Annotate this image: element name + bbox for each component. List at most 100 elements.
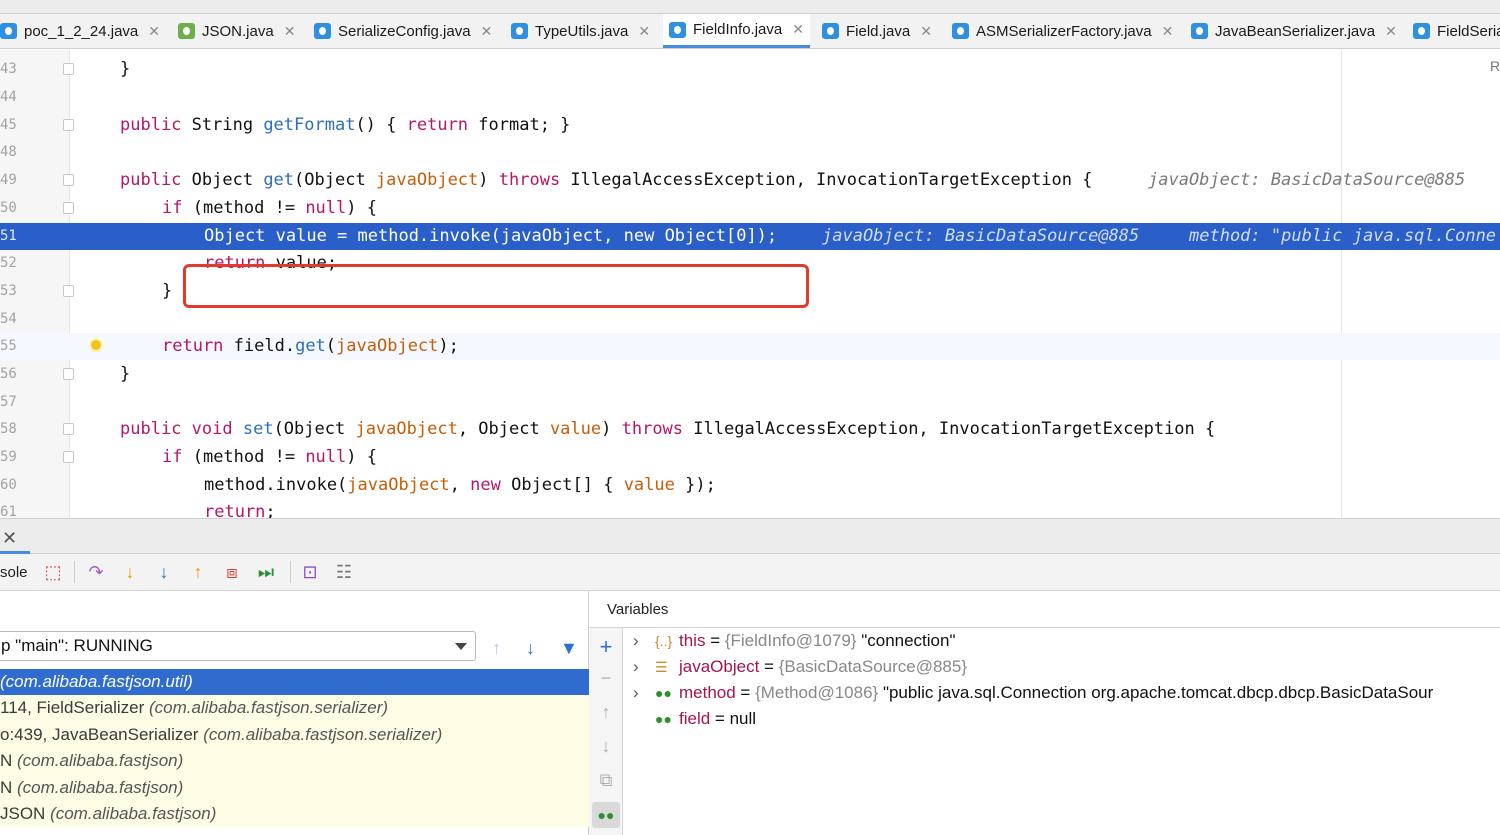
execution-point-line: 51 Object value = method.invoke(javaObjec… bbox=[0, 223, 1500, 250]
frame-item[interactable]: JSON (com.alibaba.fastjson) bbox=[0, 800, 589, 828]
tab-serializeconfig[interactable]: SerializeConfig.java ✕ bbox=[308, 14, 498, 48]
watch-icon: ●● bbox=[655, 711, 672, 727]
frame-item[interactable]: N (com.alibaba.fastjson) bbox=[0, 774, 589, 801]
tab-field[interactable]: Field.java ✕ bbox=[816, 14, 938, 48]
arrow-up-icon[interactable]: ↑ bbox=[492, 639, 501, 657]
code-line: 54 bbox=[0, 311, 17, 327]
tab-asmserializerfactory[interactable]: ASMSerializerFactory.java ✕ bbox=[946, 14, 1179, 48]
code-line: 50 if (method != null) { bbox=[0, 198, 377, 218]
inline-debug-value: javaObject: BasicDataSource@885 bbox=[822, 226, 1140, 246]
inline-debug-value: javaObject: BasicDataSource@885 bbox=[1148, 170, 1466, 190]
add-watch-icon[interactable]: + bbox=[596, 634, 616, 660]
move-up-icon[interactable]: ↑ bbox=[596, 702, 616, 723]
arrow-down-icon[interactable]: ↓ bbox=[526, 639, 535, 657]
tab-javabeanserializer[interactable]: JavaBeanSerializer.java ✕ bbox=[1185, 14, 1403, 48]
trace-icon[interactable]: ☷ bbox=[334, 562, 354, 582]
variables-title: Variables bbox=[607, 601, 669, 618]
code-line: 57 bbox=[0, 394, 17, 410]
close-icon[interactable]: ✕ bbox=[638, 23, 650, 40]
force-step-into-icon[interactable]: ↓ bbox=[154, 562, 174, 582]
code-line: 44 bbox=[0, 89, 17, 105]
code-line: 61 return; bbox=[0, 502, 276, 518]
code-line: 48 bbox=[0, 144, 17, 160]
fold-icon[interactable] bbox=[63, 285, 74, 297]
evaluate-expression-icon[interactable]: ⊡ bbox=[300, 562, 320, 582]
class-icon bbox=[511, 23, 528, 39]
thread-select[interactable]: p "main": RUNNING bbox=[0, 631, 476, 661]
class-icon bbox=[0, 23, 17, 39]
top-toolbar-strip bbox=[0, 0, 1500, 14]
close-icon[interactable]: ✕ bbox=[481, 23, 493, 40]
class-icon bbox=[1191, 23, 1208, 39]
drop-frame-icon[interactable]: ⧈ bbox=[222, 562, 242, 582]
class-icon bbox=[822, 23, 839, 39]
frame-item[interactable]: o:439, JavaBeanSerializer (com.alibaba.f… bbox=[0, 721, 589, 749]
inline-debug-value: method: "public java.sql.Conne bbox=[1189, 226, 1497, 246]
frame-item[interactable]: (com.alibaba.fastjson.util) bbox=[0, 669, 589, 696]
close-icon[interactable]: ✕ bbox=[792, 21, 804, 38]
restore-layout-icon[interactable]: ⬚ bbox=[43, 562, 63, 582]
object-icon: {..} bbox=[655, 633, 673, 649]
fold-icon[interactable] bbox=[63, 423, 74, 435]
frame-item[interactable]: N (com.alibaba.fastjson) bbox=[0, 748, 589, 775]
code-editor[interactable]: R 43} 44 45 public String getFormat() { r… bbox=[0, 50, 1500, 518]
debug-tool-window-header: ✕ bbox=[0, 518, 1500, 554]
frames-panel: p "main": RUNNING ↑ ↓ ▼ (com.alibaba.fas… bbox=[0, 591, 589, 835]
close-icon[interactable]: ✕ bbox=[1162, 23, 1174, 40]
copy-icon[interactable]: ⧉ bbox=[596, 770, 616, 791]
code-line: 56} bbox=[0, 364, 131, 384]
tab-fieldserializer[interactable]: FieldSeria bbox=[1407, 14, 1500, 48]
close-icon[interactable]: ✕ bbox=[284, 23, 296, 40]
lightbulb-icon[interactable] bbox=[88, 338, 104, 354]
code-line: 49 public Object get(Object javaObject) t… bbox=[0, 167, 1500, 194]
class-icon bbox=[314, 23, 331, 39]
fold-icon[interactable] bbox=[63, 63, 74, 75]
tab-typeutils[interactable]: TypeUtils.java ✕ bbox=[505, 14, 656, 48]
chevron-right-icon[interactable]: › bbox=[633, 628, 655, 654]
class-icon bbox=[1413, 23, 1430, 39]
remove-watch-icon[interactable]: − bbox=[596, 668, 616, 689]
run-to-cursor-icon[interactable]: ⏭ bbox=[256, 562, 276, 582]
code-line: 60 method.invoke(javaObject, new Object[]… bbox=[0, 475, 716, 495]
fold-icon[interactable] bbox=[63, 451, 74, 463]
debug-toolbar: sole ⬚ ↷ ↓ ↓ ↑ ⧈ ⏭ ⊡ ☷ bbox=[0, 554, 1500, 591]
close-icon[interactable]: ✕ bbox=[148, 23, 160, 40]
frame-item[interactable]: 114, FieldSerializer (com.alibaba.fastjs… bbox=[0, 695, 589, 722]
step-into-icon[interactable]: ↓ bbox=[120, 562, 140, 582]
fold-icon[interactable] bbox=[63, 119, 74, 131]
variable-row[interactable]: › ●● method = {Method@1086} "public java.s… bbox=[633, 680, 1433, 706]
variable-row[interactable]: › {..} this = {FieldInfo@1079} "connection… bbox=[633, 628, 956, 654]
field-icon: ☰ bbox=[655, 659, 668, 675]
fold-icon[interactable] bbox=[63, 368, 74, 380]
step-over-icon[interactable]: ↷ bbox=[86, 562, 106, 582]
highlight-annotation-box bbox=[183, 264, 809, 308]
close-icon[interactable]: ✕ bbox=[1385, 23, 1397, 40]
variable-row[interactable]: › ☰ javaObject = {BasicDataSource@885} bbox=[633, 654, 967, 680]
tab-fieldinfo[interactable]: FieldInfo.java ✕ bbox=[663, 14, 810, 48]
console-tab[interactable]: sole bbox=[0, 564, 28, 581]
tab-poc[interactable]: poc_1_2_24.java ✕ bbox=[0, 14, 166, 48]
chevron-down-icon bbox=[455, 643, 467, 650]
fold-icon[interactable] bbox=[63, 174, 74, 186]
code-line-current: 55 return field.get(javaObject); bbox=[0, 333, 1500, 360]
variables-sidebar: + − ↑ ↓ ⧉ ●● bbox=[589, 628, 623, 835]
code-line: 45 public String getFormat() { return for… bbox=[0, 115, 571, 135]
frame-list: (com.alibaba.fastjson.util) 114, FieldSe… bbox=[0, 669, 589, 828]
chevron-right-icon[interactable]: › bbox=[633, 680, 655, 706]
class-icon bbox=[669, 21, 686, 38]
code-line: 59 if (method != null) { bbox=[0, 447, 377, 467]
close-icon[interactable]: ✕ bbox=[920, 23, 932, 40]
filter-icon[interactable]: ▼ bbox=[560, 639, 578, 657]
class-icon bbox=[952, 23, 969, 39]
tab-json[interactable]: JSON.java ✕ bbox=[172, 14, 301, 48]
fold-icon[interactable] bbox=[63, 202, 74, 214]
code-line: 43} bbox=[0, 59, 131, 79]
watch-icon: ●● bbox=[655, 685, 672, 701]
variable-row[interactable]: ●● field = null bbox=[633, 706, 756, 732]
step-out-icon[interactable]: ↑ bbox=[188, 562, 208, 582]
close-icon[interactable]: ✕ bbox=[2, 528, 17, 549]
editor-tabs: poc_1_2_24.java ✕ JSON.java ✕ SerializeCon… bbox=[0, 14, 1500, 49]
chevron-right-icon[interactable]: › bbox=[633, 654, 655, 680]
move-down-icon[interactable]: ↓ bbox=[596, 736, 616, 757]
watches-toggle-icon[interactable]: ●● bbox=[592, 802, 620, 828]
